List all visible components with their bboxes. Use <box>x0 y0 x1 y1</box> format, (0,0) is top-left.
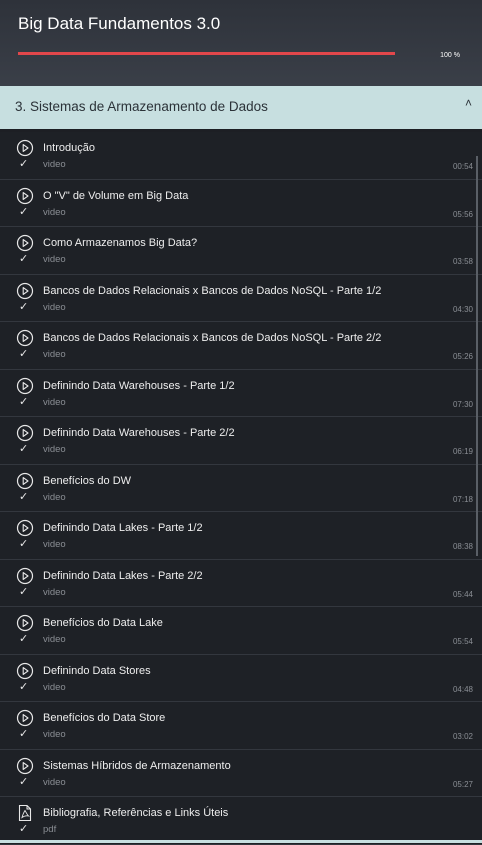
lecture-duration: 03:02 <box>452 732 473 741</box>
lecture-title: Bancos de Dados Relacionais x Bancos de … <box>43 284 382 297</box>
checkmark-icon: ✓ <box>19 775 29 788</box>
section-title: 3. Sistemas de Armazenamento de Dados <box>15 99 268 114</box>
play-circle-icon[interactable] <box>16 377 34 395</box>
progress-label: 100 % <box>440 52 460 59</box>
lecture-item[interactable]: ✓ Bibliografia, Referências e Links Úteis… <box>0 797 482 845</box>
section-header[interactable]: 3. Sistemas de Armazenamento de Dados ˄ <box>0 86 482 129</box>
lecture-type: video <box>43 634 66 645</box>
lecture-type: video <box>43 254 66 265</box>
lecture-item[interactable]: ✓ Benefícios do Data Store video 03:02 <box>0 702 482 750</box>
lecture-duration: 07:18 <box>452 494 473 504</box>
lecture-duration: 05:56 <box>452 209 473 219</box>
play-circle-icon[interactable] <box>16 472 34 490</box>
chevron-up-icon[interactable]: ˄ <box>465 96 472 110</box>
lecture-item[interactable]: ✓ Introdução video 00:54 <box>0 132 482 180</box>
lecture-duration: 04:30 <box>452 304 473 314</box>
play-circle-icon[interactable] <box>16 234 34 252</box>
play-circle-icon[interactable] <box>16 709 34 727</box>
play-circle-icon[interactable] <box>16 424 34 442</box>
course-title: Big Data Fundamentos 3.0 <box>18 14 221 33</box>
lecture-item[interactable]: ✓ Como Armazenamos Big Data? video 03:58 <box>0 227 482 275</box>
lecture-item[interactable]: ✓ Bancos de Dados Relacionais x Bancos de… <box>0 274 482 322</box>
play-circle-icon[interactable] <box>16 567 34 585</box>
lecture-title: Definindo Data Stores <box>43 664 151 677</box>
lecture-title: Introdução <box>43 142 95 154</box>
lecture-type: video <box>43 349 66 360</box>
lecture-item[interactable]: ✓ Definindo Data Lakes - Parte 1/2 video 08… <box>0 512 482 560</box>
play-circle-icon[interactable] <box>16 139 34 157</box>
play-circle-icon[interactable] <box>16 757 34 775</box>
lecture-type: video <box>43 586 66 598</box>
checkmark-icon: ✓ <box>19 538 29 550</box>
lecture-type: video <box>43 729 66 740</box>
lecture-type: video <box>43 491 66 503</box>
play-circle-icon[interactable] <box>16 187 34 205</box>
checkmark-icon: ✓ <box>19 585 29 598</box>
checkmark-icon: ✓ <box>19 490 29 503</box>
lecture-duration: 04:48 <box>452 684 473 694</box>
lecture-title: O "V" de Volume em Big Data <box>43 189 189 202</box>
pdf-icon[interactable] <box>16 804 34 822</box>
checkmark-icon: ✓ <box>19 253 29 265</box>
lecture-item[interactable]: ✓ O "V" de Volume em Big Data video 05:56 <box>0 179 482 227</box>
lecture-item[interactable]: ✓ Definindo Data Warehouses - Parte 2/2 vi… <box>0 417 482 465</box>
checkmark-icon: ✓ <box>19 823 29 835</box>
lecture-item[interactable]: ✓ Benefícios do DW video 07:18 <box>0 464 482 512</box>
lecture-item[interactable]: ✓ Sistemas Híbridos de Armazenamento video… <box>0 749 482 797</box>
lecture-title: Bancos de Dados Relacionais x Bancos de … <box>43 332 382 344</box>
lecture-duration: 07:30 <box>452 399 473 409</box>
lecture-item[interactable]: ✓ Definindo Data Stores video 04:48 <box>0 654 482 702</box>
lecture-type: video <box>43 539 66 550</box>
play-circle-icon[interactable] <box>16 614 34 632</box>
lecture-item[interactable]: ✓ Benefícios do Data Lake video 05:54 <box>0 607 482 655</box>
play-circle-icon[interactable] <box>16 662 34 680</box>
lecture-item[interactable]: ✓ Bancos de Dados Relacionais x Bancos de… <box>0 322 482 370</box>
lecture-duration: 08:38 <box>452 542 473 551</box>
lecture-title: Definindo Data Warehouses - Parte 1/2 <box>43 379 235 392</box>
lecture-title: Como Armazenamos Big Data? <box>43 237 198 249</box>
lecture-duration: 03:58 <box>452 257 473 266</box>
lecture-type: video <box>43 681 66 693</box>
lecture-title: Benefícios do Data Store <box>43 712 166 724</box>
lecture-type: video <box>43 396 66 408</box>
lecture-title: Sistemas Híbridos de Armazenamento <box>43 759 231 772</box>
lecture-list: ✓ Introdução video 00:54 ✓ O "V" de Volume em… <box>0 132 482 845</box>
lecture-duration: 00:54 <box>452 162 473 171</box>
lecture-item[interactable]: ✓ Definindo Data Lakes - Parte 2/2 video 05… <box>0 559 482 607</box>
lecture-type: video <box>43 776 66 788</box>
course-header: Big Data Fundamentos 3.0 100 % <box>0 0 482 86</box>
lecture-duration: 05:54 <box>452 637 473 646</box>
lecture-title: Definindo Data Lakes - Parte 1/2 <box>43 522 203 534</box>
checkmark-icon: ✓ <box>19 205 29 218</box>
lecture-duration: 05:26 <box>452 352 473 361</box>
lecture-title: Bibliografia, Referências e Links Úteis <box>43 807 229 819</box>
lecture-item[interactable]: ✓ Definindo Data Warehouses - Parte 1/2 vi… <box>0 369 482 417</box>
checkmark-icon: ✓ <box>19 300 29 313</box>
checkmark-icon: ✓ <box>19 443 29 455</box>
checkmark-icon: ✓ <box>19 395 29 408</box>
lecture-title: Benefícios do Data Lake <box>43 617 163 629</box>
lecture-type: video <box>43 206 66 218</box>
lecture-type: video <box>43 301 66 313</box>
play-circle-icon[interactable] <box>16 519 34 537</box>
lecture-duration: 05:44 <box>452 589 473 599</box>
checkmark-icon: ✓ <box>19 680 29 693</box>
lecture-duration: 05:27 <box>452 779 473 789</box>
checkmark-icon: ✓ <box>19 158 29 170</box>
play-circle-icon[interactable] <box>16 329 34 347</box>
progress-bar-fill <box>18 52 395 55</box>
scrollbar[interactable] <box>476 156 478 556</box>
lecture-duration: 06:19 <box>452 447 473 456</box>
lecture-type: video <box>43 444 66 455</box>
lecture-title: Definindo Data Warehouses - Parte 2/2 <box>43 427 235 439</box>
checkmark-icon: ✓ <box>19 633 29 645</box>
lecture-type: pdf <box>43 824 57 835</box>
checkmark-icon: ✓ <box>19 348 29 360</box>
lecture-title: Definindo Data Lakes - Parte 2/2 <box>43 569 203 582</box>
lecture-title: Benefícios do DW <box>43 474 132 487</box>
play-circle-icon[interactable] <box>16 282 34 300</box>
lecture-type: video <box>43 159 66 170</box>
progress-bar <box>18 52 395 55</box>
checkmark-icon: ✓ <box>19 728 29 740</box>
